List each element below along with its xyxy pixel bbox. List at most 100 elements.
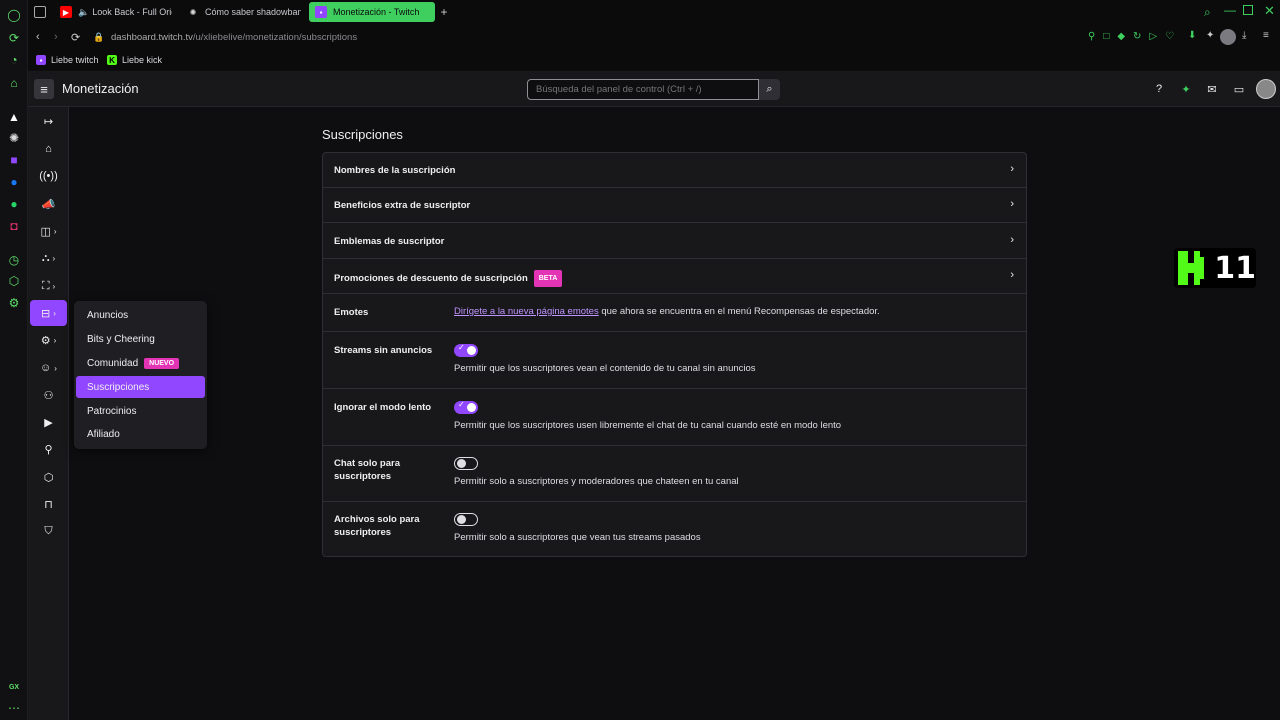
tab-youtube[interactable]: ▶ 🔈 Look Back - Full Origi <box>54 2 172 22</box>
browser-sidebar: ◯ ⟳ ◔ ⌂ ▲ ✺ ■ ● ● ◘ ◷ ⬡ ⚙ GX ⋯ <box>0 0 28 720</box>
nav-row-subscriber-badges[interactable]: Emblemas de suscriptor › <box>323 223 1026 259</box>
row-label: Promociones de descuento de suscripción B… <box>334 270 563 287</box>
hamburger-menu-button[interactable]: ≡ <box>34 79 54 99</box>
creator-camp-icon[interactable]: ⚇ <box>30 382 67 408</box>
close-icon[interactable]: ✕ <box>1264 3 1275 19</box>
menu-item-suscripciones[interactable]: Suscripciones <box>76 376 205 398</box>
promotions-icon[interactable]: 📣 <box>30 191 67 217</box>
refresh-icon[interactable]: ⟳ <box>6 30 22 46</box>
twitch-icon: ▪ <box>36 55 46 65</box>
chatgpt-icon[interactable]: ✺ <box>6 130 22 146</box>
profile-avatar[interactable] <box>1220 29 1236 45</box>
row-subscriber-only-vods: Archivos solo para suscriptores Permitir… <box>323 502 1026 556</box>
expand-sidebar-icon[interactable]: ↦ <box>30 108 67 134</box>
content-icon[interactable]: ⛶ › <box>30 273 67 299</box>
twitch-icon[interactable]: ■ <box>6 152 22 168</box>
monetization-icon[interactable]: ⊟ › <box>30 300 67 326</box>
slow-mode-toggle[interactable]: ✓ <box>454 400 478 414</box>
extension-puzzle-icon[interactable]: ✦ <box>1206 30 1214 41</box>
bookmark-label: Liebe twitch <box>51 55 99 65</box>
bookmark-liebe-twitch[interactable]: ▪ Liebe twitch <box>36 53 99 67</box>
sub-only-chat-toggle[interactable] <box>454 457 478 470</box>
menu-item-label: Afiliado <box>87 428 120 440</box>
extensions-icon[interactable]: ⬡ <box>30 464 67 490</box>
more-icon[interactable]: ⋯ <box>6 700 22 716</box>
search-tabs-icon[interactable]: ⌕ <box>1204 5 1211 20</box>
extensions-icon[interactable]: ⬡ <box>6 273 22 289</box>
search-button[interactable]: ⌕ <box>759 79 780 100</box>
menu-item-bits[interactable]: Bits y Cheering <box>76 328 205 350</box>
viewer-rewards-icon[interactable]: ☺ › <box>30 355 67 381</box>
download-icon[interactable]: ⤓ <box>1242 30 1246 41</box>
creator-sparkle-icon[interactable]: ✦ <box>1179 82 1193 96</box>
twitch-icon: ▪ <box>315 6 327 18</box>
minimize-icon[interactable]: — <box>1224 3 1236 17</box>
emotes-page-link[interactable]: Dirígete a la nueva página emotes <box>454 306 599 317</box>
bookmark-liebe-kick[interactable]: K Liebe kick <box>107 53 162 67</box>
tab-label: Monetización - Twitch <box>333 7 420 17</box>
monetization-flyout-menu: Anuncios Bits y Cheering Comunidad NUEVO … <box>74 301 207 449</box>
tab-chatgpt[interactable]: ✺ Cómo saber shadowban <box>181 2 301 22</box>
tab-menu-icon[interactable] <box>34 6 46 18</box>
speed-dial-icon[interactable]: ◔ <box>6 52 22 68</box>
menu-item-afiliado[interactable]: Afiliado <box>76 423 205 445</box>
new-tab-icon[interactable]: + <box>438 6 450 18</box>
url-field[interactable]: dashboard.twitch.tv/u/xliebelive/monetiz… <box>111 32 357 43</box>
menu-item-comunidad[interactable]: Comunidad NUEVO <box>76 352 205 374</box>
chevron-right-icon: › <box>1010 234 1014 246</box>
aria-icon[interactable]: ▲ <box>6 109 22 125</box>
menu-item-patrocinios[interactable]: Patrocinios <box>76 400 205 422</box>
sub-only-vods-toggle[interactable] <box>454 513 478 526</box>
menu-icon[interactable]: ≡ <box>1263 30 1269 41</box>
user-avatar[interactable] <box>1256 79 1276 99</box>
whatsapp-icon[interactable]: ● <box>6 196 22 212</box>
shield-icon[interactable]: ⛉ <box>30 518 67 544</box>
youtube-icon: ▶ <box>60 6 72 18</box>
stream-icon[interactable]: ((•)) <box>30 163 67 189</box>
menu-item-label: Bits y Cheering <box>87 333 155 345</box>
dashboard-header: ≡ Monetización ⌕ ? ✦ ✉ ▭ <box>28 71 1280 107</box>
dashboard-search-input[interactable] <box>527 79 759 100</box>
restore-icon[interactable] <box>1243 5 1253 15</box>
messenger-icon[interactable]: ● <box>6 174 22 190</box>
address-bar-actions[interactable]: ⚲□◆↻▷♡ <box>1088 31 1182 42</box>
home-icon[interactable]: ⌂ <box>30 136 67 162</box>
kick-icon: K <box>107 55 117 65</box>
nav-row-subscriber-perks[interactable]: Beneficios extra de suscriptor › <box>323 188 1026 223</box>
speaker-icon: 🔈 <box>78 6 90 17</box>
ad-free-toggle[interactable]: ✓ <box>454 343 478 357</box>
check-icon: ✓ <box>458 400 465 409</box>
tab-label: Look Back - Full Origi <box>92 7 172 17</box>
settings-icon[interactable]: ⚙ <box>6 295 22 311</box>
inbox-icon[interactable]: ✉ <box>1205 82 1219 96</box>
download-green-icon[interactable]: ⬇ <box>1188 30 1196 41</box>
gx-control-icon[interactable]: ⌂ <box>6 75 22 91</box>
chatgpt-icon: ✺ <box>189 7 197 17</box>
chevron-right-icon: › <box>1010 163 1014 175</box>
nav-row-discount-promotions[interactable]: Promociones de descuento de suscripción B… <box>323 259 1026 294</box>
reload-icon[interactable]: ⟳ <box>71 31 80 44</box>
safety-icon[interactable]: ⚲ <box>30 436 67 462</box>
menu-item-anuncios[interactable]: Anuncios <box>76 304 205 326</box>
opera-gx-logo-icon[interactable]: ◯ <box>6 7 22 23</box>
community-icon[interactable]: ⛬ › <box>30 245 67 271</box>
emotes-description: Dirígete a la nueva página emotes que ah… <box>454 306 880 317</box>
video-icon[interactable]: ▶ <box>30 409 67 435</box>
analytics-icon[interactable]: ◫ › <box>30 218 67 244</box>
history-icon[interactable]: ◷ <box>6 252 22 268</box>
guide-icon[interactable]: ⊓ <box>30 491 67 517</box>
check-icon: ✓ <box>458 343 465 352</box>
instagram-icon[interactable]: ◘ <box>6 218 22 234</box>
help-icon[interactable]: ? <box>1152 82 1166 96</box>
back-icon[interactable]: ‹ <box>36 31 40 43</box>
forward-icon[interactable]: › <box>54 31 58 43</box>
row-label: Archivos solo para suscriptores <box>334 514 420 538</box>
whispers-icon[interactable]: ▭ <box>1232 82 1246 96</box>
dashboard-sidebar: ↦ ⌂ ((•)) 📣 ◫ › ⛬ › ⛶ › ⊟ › ⚙ › ☺ › ⚇ ▶ ⚲ ⬡ ⊓ … <box>28 107 69 720</box>
nav-row-subscription-names[interactable]: Nombres de la suscripción › <box>323 153 1026 188</box>
tab-twitch[interactable]: ▪ Monetización - Twitch <box>309 2 435 22</box>
settings-icon[interactable]: ⚙ › <box>30 327 67 353</box>
search-icon: ⌕ <box>766 83 773 95</box>
row-emotes: Emotes Dirígete a la nueva página emotes… <box>323 294 1026 332</box>
lock-icon[interactable]: 🔒 <box>93 32 104 43</box>
